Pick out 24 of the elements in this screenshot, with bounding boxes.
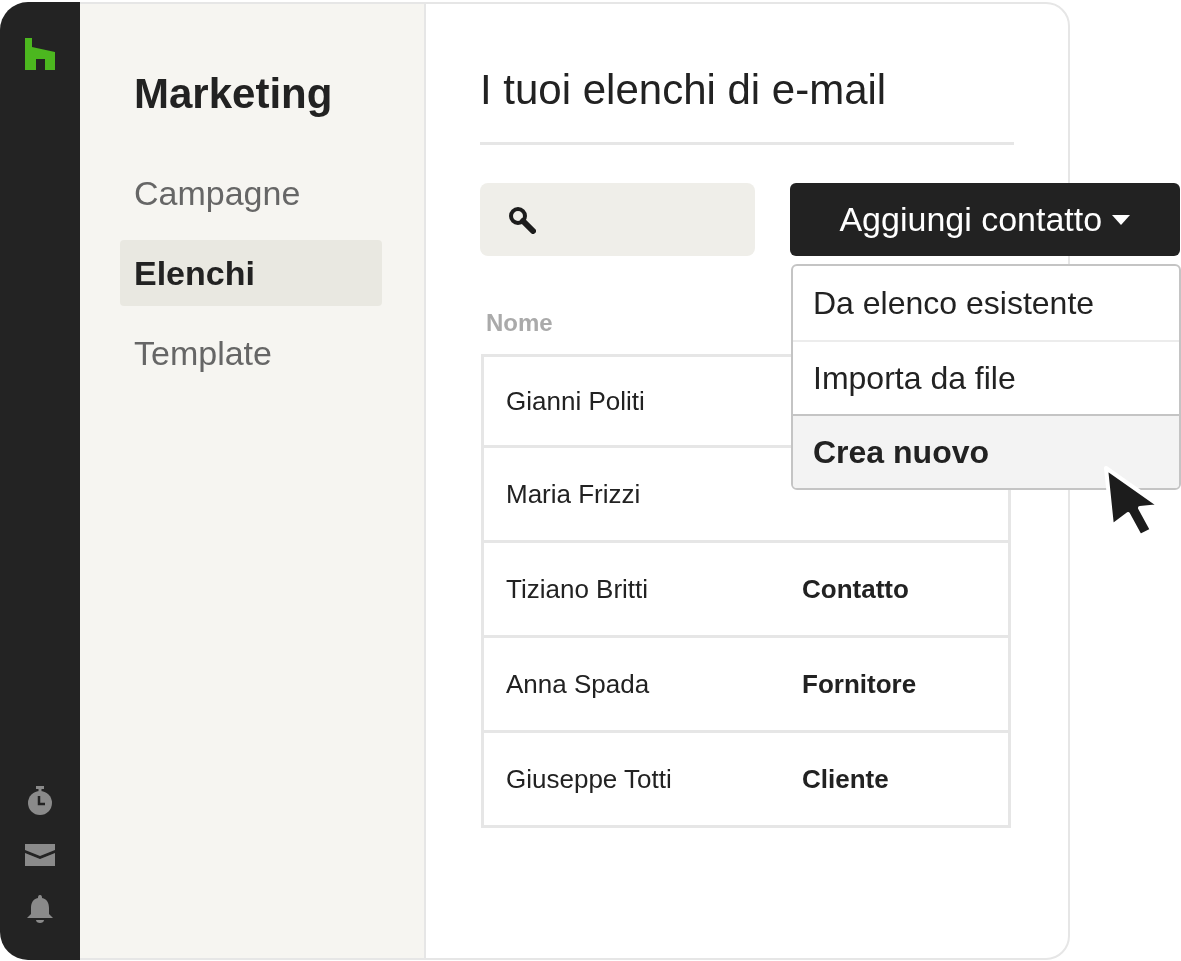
column-header: Nome — [486, 308, 554, 338]
menu-item[interactable]: Da elenco esistente — [793, 266, 1179, 340]
search-field[interactable] — [480, 183, 755, 256]
house-logo-icon — [25, 38, 55, 70]
nav-item[interactable]: Campagne — [120, 160, 382, 226]
type-cell-text: Cliente — [802, 762, 889, 796]
nav-item[interactable]: Elenchi — [120, 240, 382, 306]
envelope-icon[interactable] — [25, 844, 55, 866]
add-contact-button[interactable]: Aggiungi contatto — [789, 183, 1180, 256]
menu-item[interactable]: Crea nuovo — [793, 414, 1179, 488]
bell-icon[interactable] — [25, 894, 55, 924]
page-title: I tuoi elenchi di e-mail — [480, 65, 888, 115]
name-cell-text: Giuseppe Totti — [505, 762, 673, 796]
type-cell-text: Fornitore — [802, 667, 917, 701]
name-cell-text: Anna Spada — [505, 667, 651, 701]
nav-item[interactable]: Template — [120, 320, 382, 386]
caret-icon — [1112, 214, 1131, 225]
type-cell-text: Contatto — [802, 572, 909, 606]
name-cell-text: Tiziano Britti — [505, 572, 650, 606]
name-cell-text: Gianni Politi — [505, 384, 646, 418]
stopwatch-icon[interactable] — [26, 786, 54, 816]
name-cell-text: Maria Frizzi — [505, 477, 642, 511]
section-title: Marketing — [133, 69, 334, 119]
search-icon — [508, 205, 536, 234]
